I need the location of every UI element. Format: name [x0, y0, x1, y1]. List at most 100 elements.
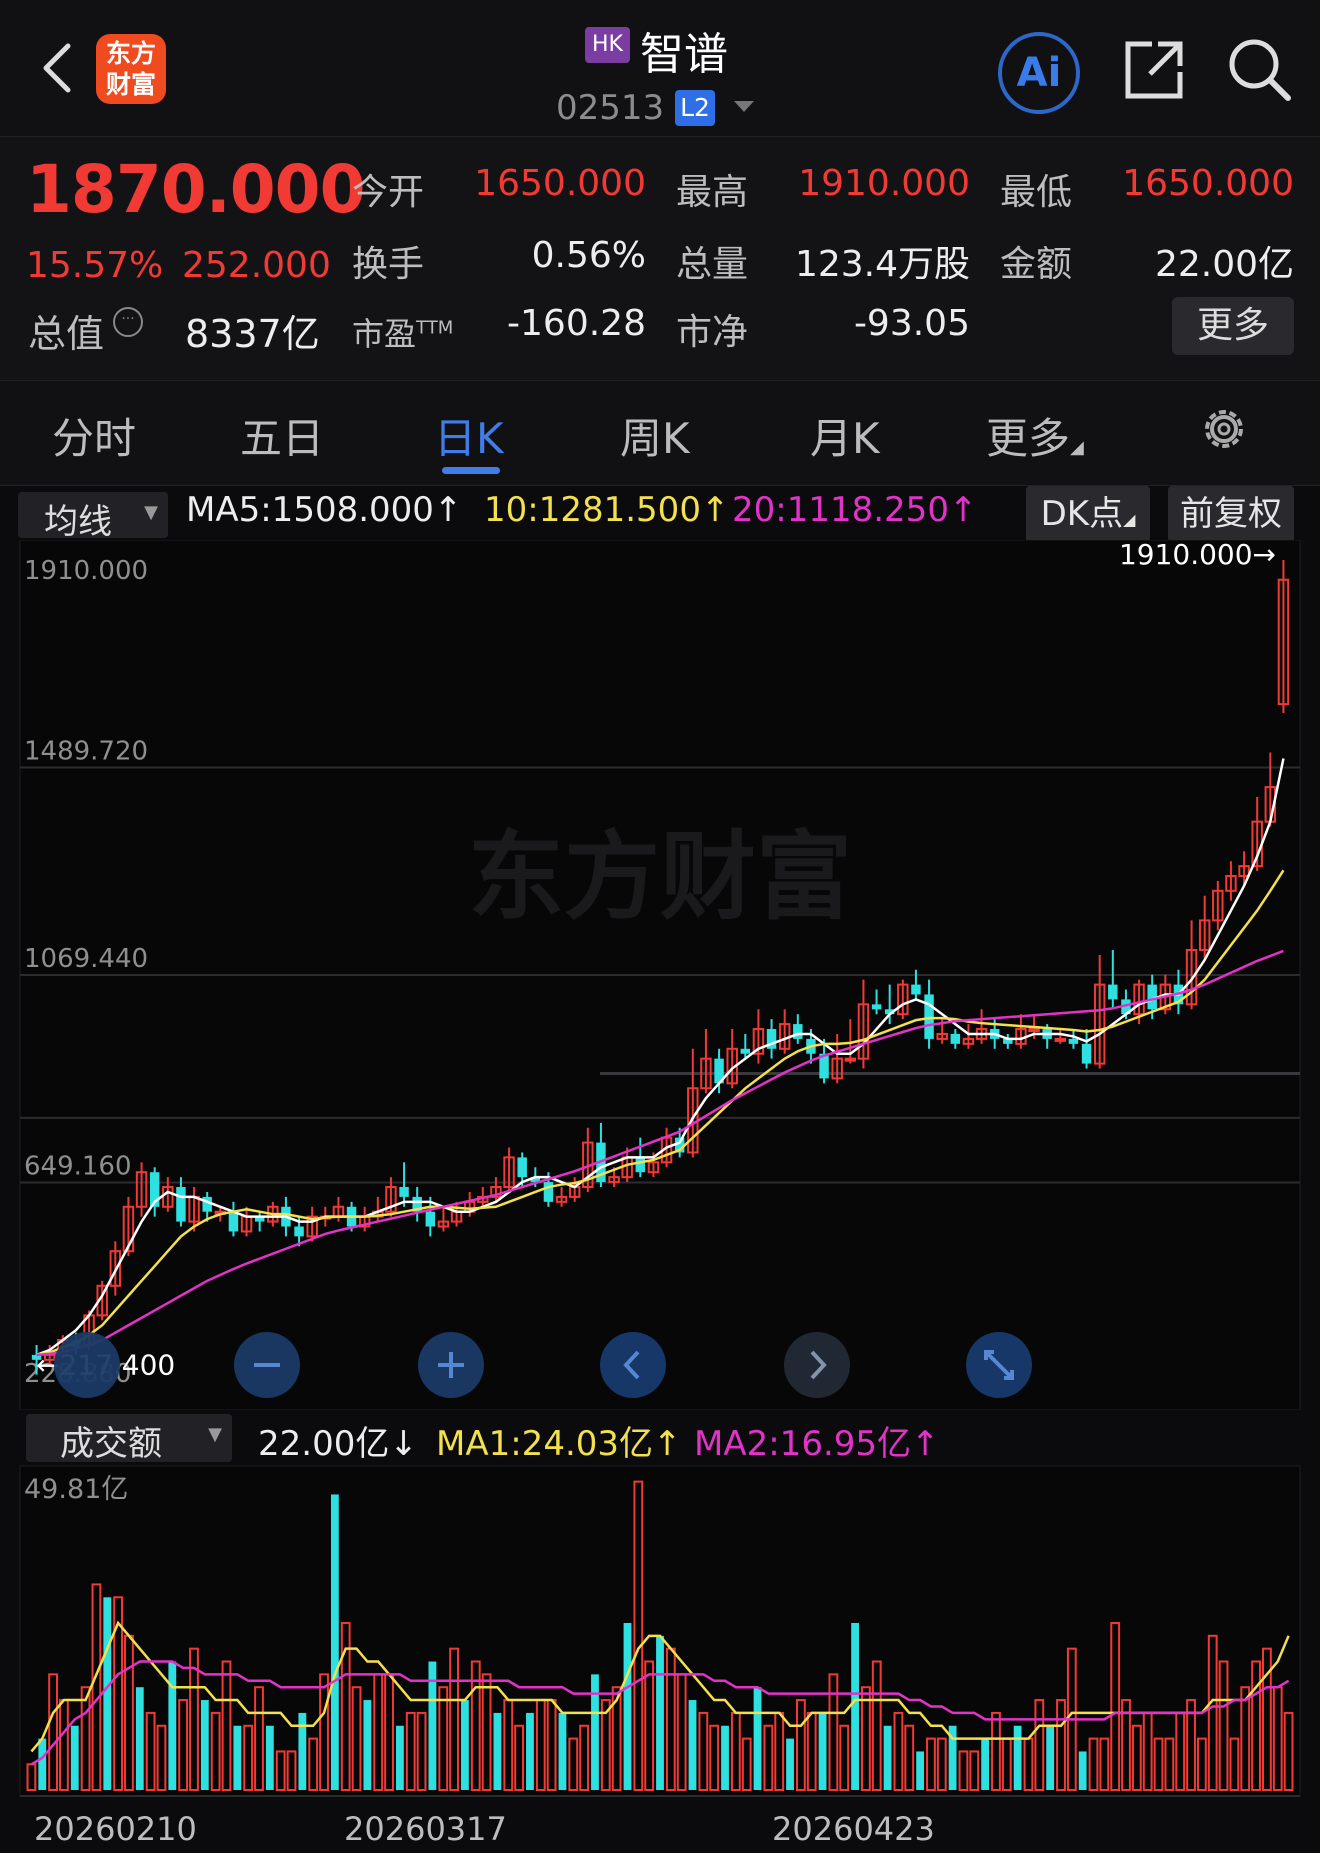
x-tick-label: 20260423 [772, 1810, 935, 1848]
volume-bar [298, 1712, 307, 1790]
volume-bar [591, 1674, 599, 1790]
volume-bar [233, 1725, 242, 1790]
volume-bar [265, 1725, 274, 1790]
high-label: 最高 [676, 172, 749, 213]
app-logo: 东方 财富 [96, 34, 166, 104]
fullscreen-button[interactable] [966, 1332, 1032, 1398]
volume-bar [753, 1687, 762, 1790]
market-badge: HK [585, 27, 630, 63]
gear-icon[interactable] [1200, 405, 1248, 453]
quote-panel: 1870.000 15.57% 252.000 总值 ··· 8337亿 今开 … [0, 137, 1320, 381]
adjustment-button[interactable]: 前复权 [1168, 486, 1294, 542]
y-tick-label: 1069.440 [24, 944, 148, 974]
volume-bar [916, 1751, 925, 1790]
tab-weekly-k[interactable]: 周K [620, 405, 690, 466]
volume-bar [38, 1738, 47, 1790]
tab-intraday[interactable]: 分时 [52, 405, 136, 466]
candle [425, 1211, 436, 1227]
open-value: 1650.000 [474, 163, 646, 204]
ma10-readout: 10:1281.500↑ [484, 490, 730, 530]
candle [517, 1157, 527, 1178]
market-cap-value: 8337亿 [185, 312, 320, 356]
scroll-left-button[interactable] [600, 1332, 666, 1398]
stock-code: 02513 [556, 88, 665, 128]
volume-bar [656, 1635, 664, 1790]
volume-y-tick-label: 49.81亿 [24, 1474, 128, 1505]
turnover-label: 换手 [352, 244, 425, 285]
candle [911, 984, 921, 995]
zoom-in-button[interactable] [418, 1332, 484, 1398]
search-icon[interactable] [1226, 36, 1292, 102]
stock-name: 智谱 [640, 29, 728, 80]
tab-five-day[interactable]: 五日 [240, 405, 324, 466]
volume-indicator-selector[interactable]: 成交额 ▼ [26, 1414, 232, 1464]
back-arrow-icon[interactable] [38, 40, 78, 96]
volume-bar [558, 1712, 567, 1790]
volume-bar [526, 1712, 534, 1790]
candlestick-chart[interactable]: 1910.0001489.7201069.440649.160228.880东方… [0, 540, 1320, 1410]
volume-bar [981, 1738, 990, 1790]
active-tab-indicator [442, 467, 500, 474]
volume-value: 123.4万股 [794, 244, 970, 285]
last-price: 1870.000 [26, 151, 366, 228]
change-amount: 252.000 [182, 245, 331, 286]
y-tick-label: 1910.000 [24, 556, 148, 586]
tab-more[interactable]: 更多◢ [986, 405, 1084, 466]
volume-bar [168, 1661, 177, 1790]
more-info-icon[interactable]: ··· [113, 307, 143, 337]
low-value: 1650.000 [1122, 163, 1294, 204]
amount-value: 22.00亿 [1154, 244, 1294, 285]
candle [635, 1157, 646, 1173]
candle [1081, 1043, 1092, 1064]
candle [176, 1187, 186, 1222]
pb-value: -93.05 [853, 303, 970, 344]
pe-value: -160.28 [507, 303, 646, 344]
share-icon[interactable] [1122, 38, 1186, 102]
pe-label: 市盈TTM [352, 315, 454, 353]
volume-bar [330, 1494, 339, 1790]
period-tabs: 分时 五日 日K 周K 月K 更多◢ [0, 381, 1320, 486]
amount-label: 金额 [1000, 244, 1073, 285]
ma20-readout: 20:1118.250↑ [732, 490, 978, 530]
volume-bar [103, 1597, 112, 1790]
y-tick-label: 1489.720 [24, 737, 148, 767]
low-label: 最低 [1000, 172, 1073, 213]
high-annotation: 1910.000→ [1119, 540, 1276, 571]
candle [793, 1024, 803, 1039]
volume-bar [623, 1622, 632, 1790]
candle [228, 1211, 239, 1232]
tab-monthly-k[interactable]: 月K [810, 405, 880, 466]
tab-daily-k[interactable]: 日K [434, 405, 504, 466]
volume-current-readout: 22.00亿↓ [258, 1424, 418, 1464]
market-cap-label: 总值 [28, 312, 105, 356]
candle [543, 1182, 554, 1202]
volume-bar [786, 1738, 794, 1790]
volume-ma2-readout: MA2:16.95亿↑ [694, 1424, 940, 1464]
ma5-readout: MA5:1508.000↑ [186, 490, 463, 530]
volume-bar [688, 1700, 697, 1790]
scroll-right-button[interactable] [784, 1332, 850, 1398]
candle [950, 1033, 961, 1044]
volume-bar [818, 1712, 827, 1790]
indicator-selector[interactable]: 均线 ▼ [18, 492, 168, 542]
volume-bar [70, 1725, 79, 1790]
x-tick-label: 20260317 [344, 1810, 507, 1848]
dk-point-button[interactable]: DK点◢ [1026, 486, 1150, 542]
candle [1054, 1037, 1067, 1042]
volume-chart[interactable]: 49.81亿 20260210 20260317 20260423 [0, 1460, 1320, 1853]
volume-bar [1046, 1725, 1055, 1790]
x-tick-label: 20260210 [34, 1810, 197, 1848]
candle [399, 1187, 409, 1197]
ai-assistant-button[interactable]: Ai [998, 32, 1080, 114]
volume-bar [883, 1725, 892, 1790]
watermark: 东方财富 [468, 821, 852, 933]
volume-bar [461, 1700, 469, 1790]
candle [871, 1004, 882, 1010]
open-label: 今开 [352, 172, 425, 213]
zoom-out-button[interactable] [234, 1332, 300, 1398]
pb-label: 市净 [676, 312, 749, 353]
candle [1028, 1028, 1040, 1033]
swipe-hint-icon[interactable] [54, 1332, 120, 1398]
stock-switch-dropdown-icon[interactable] [734, 101, 754, 112]
more-quote-button[interactable]: 更多 [1172, 297, 1294, 355]
